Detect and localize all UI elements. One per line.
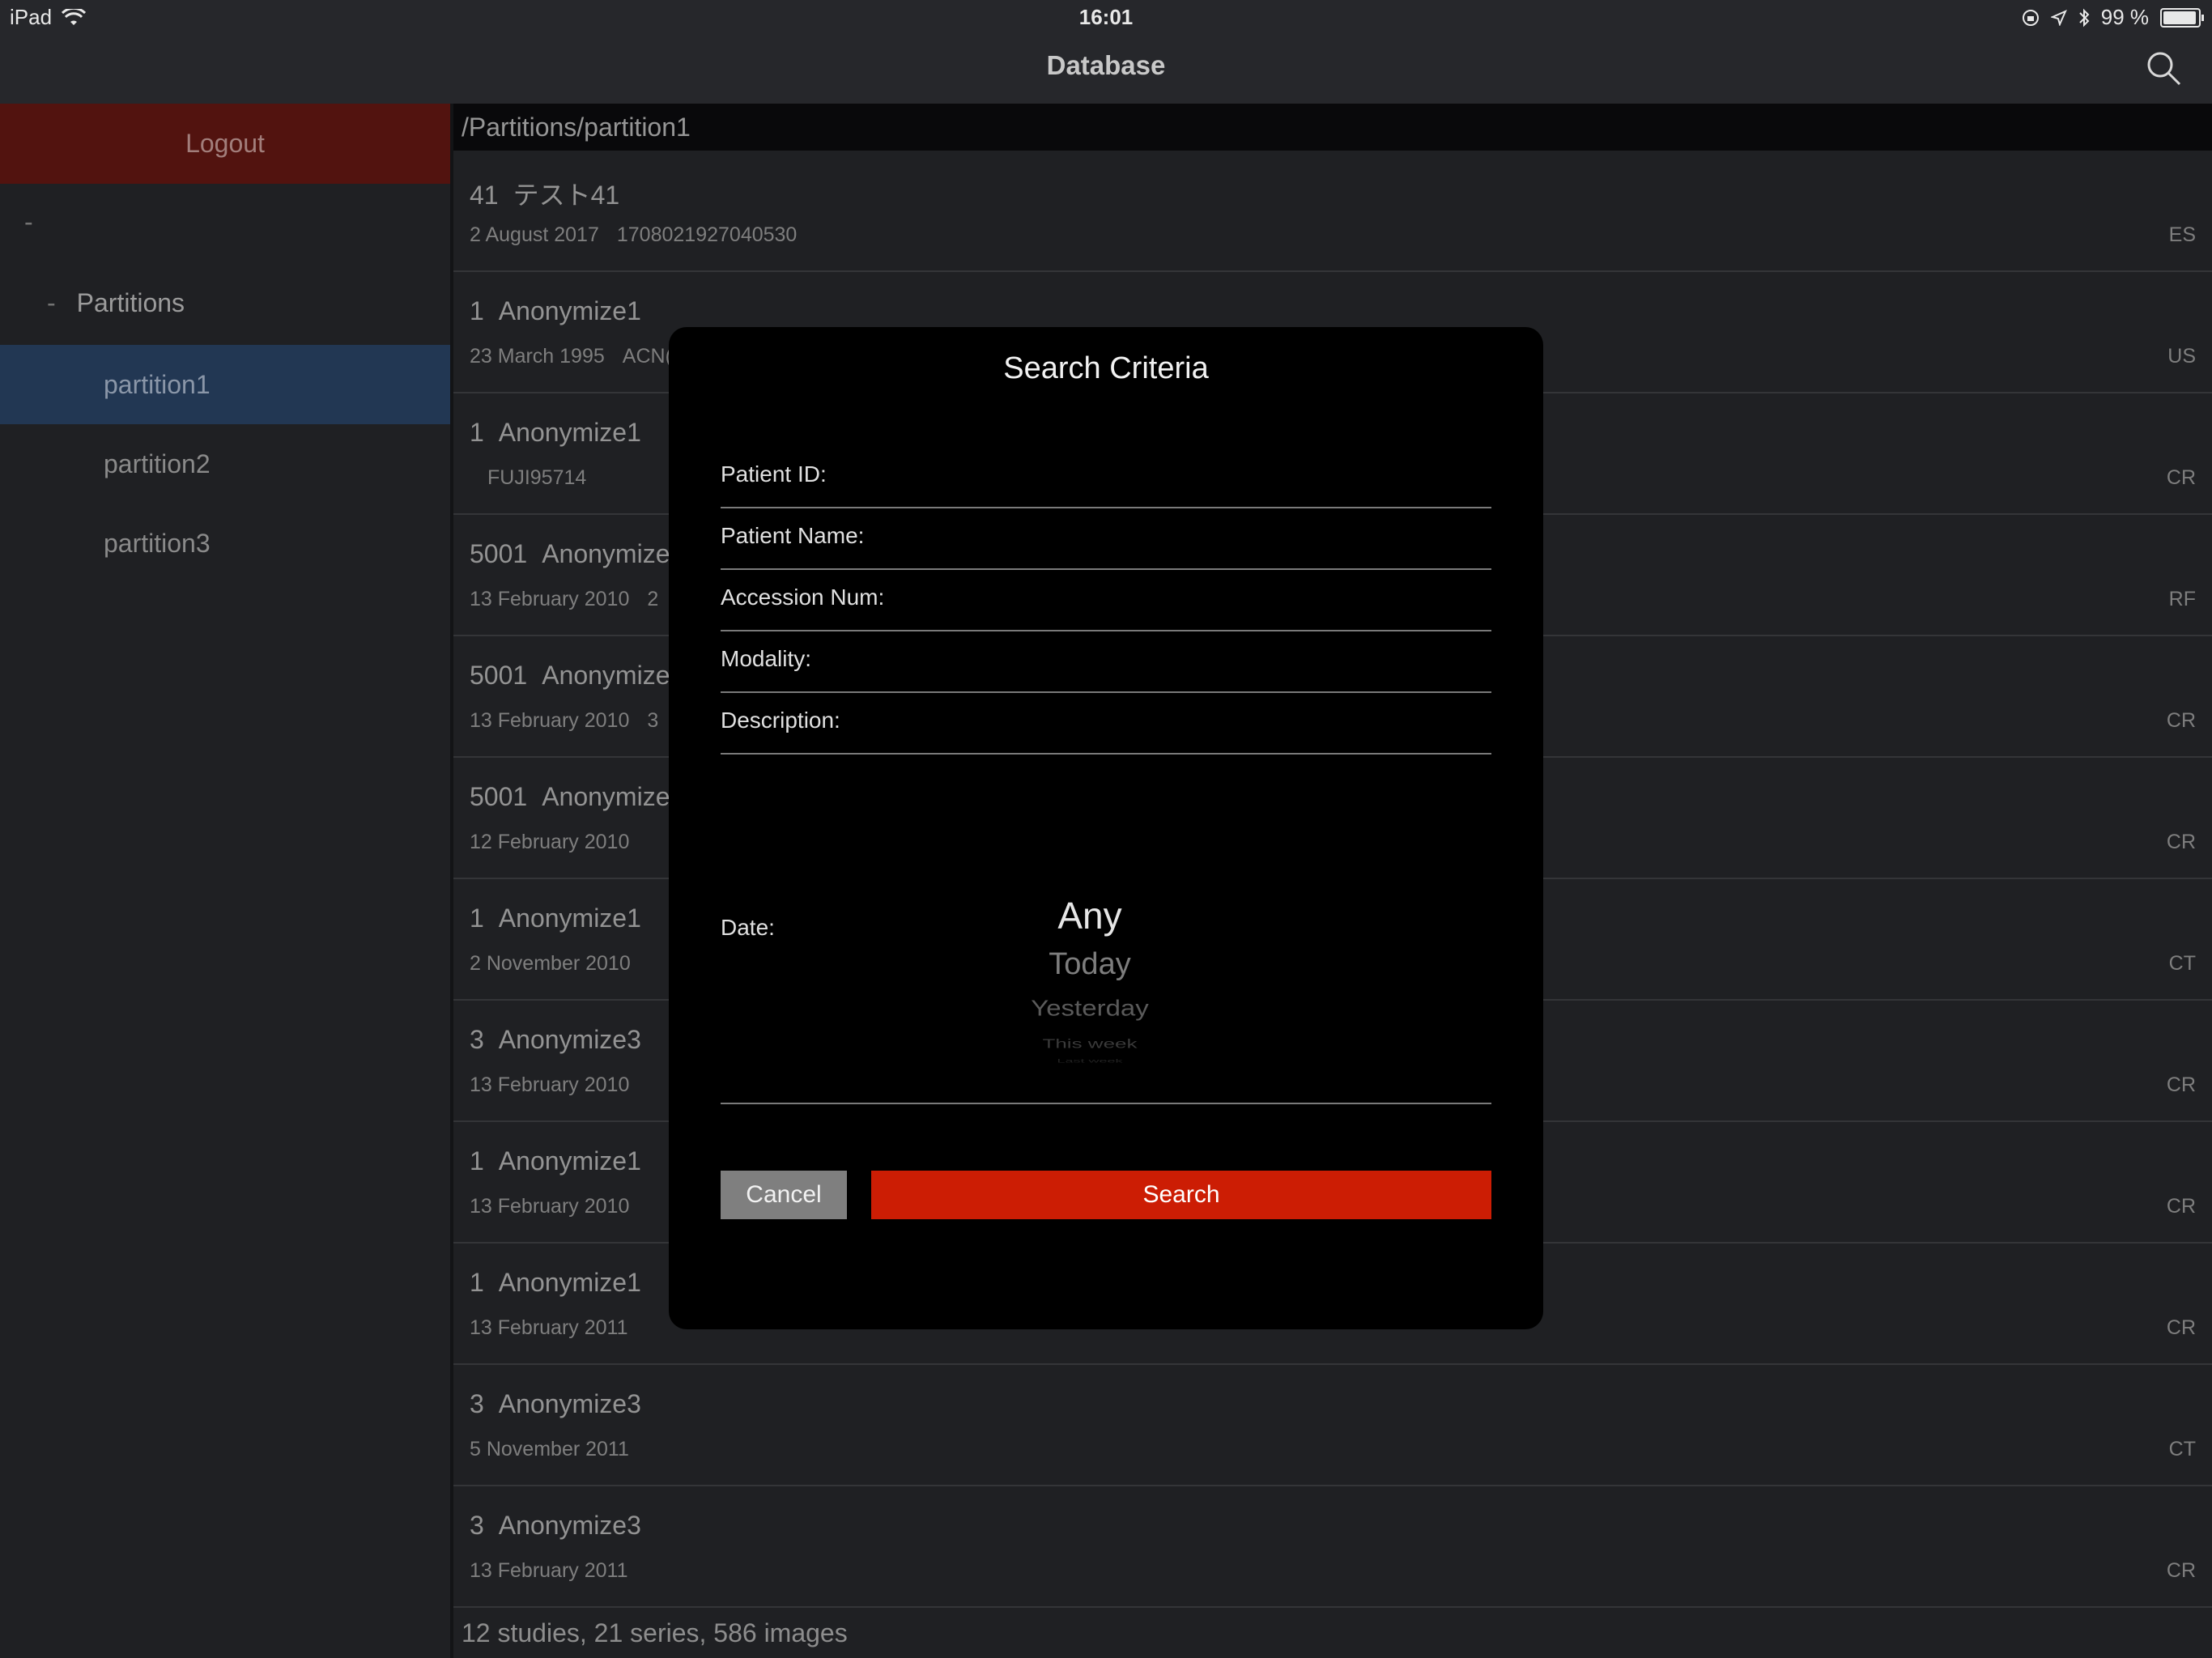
- dialog-title: Search Criteria: [1003, 351, 1209, 385]
- patient-id-label: Patient ID:: [721, 461, 827, 487]
- battery-percent: 99 %: [2100, 5, 2149, 29]
- patient-id-field: Patient ID:: [721, 447, 1491, 508]
- modality-input[interactable]: [915, 640, 1485, 682]
- patient-id-input[interactable]: [915, 455, 1485, 497]
- accession-num-input[interactable]: [915, 578, 1485, 620]
- cancel-button[interactable]: Cancel: [721, 1171, 847, 1219]
- date-option[interactable]: Yesterday: [968, 995, 1211, 1021]
- date-option[interactable]: Last week: [968, 1058, 1211, 1064]
- date-option[interactable]: Today: [968, 947, 1211, 982]
- date-option[interactable]: This week: [968, 1036, 1211, 1052]
- description-label: Description:: [721, 708, 840, 733]
- description-input[interactable]: [915, 701, 1485, 743]
- accession-num-label: Accession Num:: [721, 585, 885, 610]
- date-label: Date:: [721, 915, 775, 940]
- patient-name-label: Patient Name:: [721, 523, 865, 548]
- search-criteria-dialog: Search Criteria Patient ID: Patient Name…: [669, 327, 1543, 1329]
- rotation-lock-icon: [2022, 9, 2039, 26]
- modality-label: Modality:: [721, 646, 812, 671]
- nav-bar: Database: [0, 34, 2212, 104]
- patient-name-field: Patient Name:: [721, 508, 1491, 570]
- battery-icon: [2160, 7, 2204, 28]
- patient-name-input[interactable]: [915, 517, 1485, 559]
- date-option-selected[interactable]: Any: [968, 894, 1211, 937]
- status-time: 16:01: [1078, 5, 1134, 29]
- location-icon: [2050, 9, 2067, 26]
- status-bar: iPad 16:01 99 %: [0, 0, 2212, 34]
- date-picker[interactable]: Any Today Yesterday This week Last week: [968, 894, 1211, 1080]
- page-title: Database: [1046, 50, 1166, 80]
- bluetooth-icon: [2079, 8, 2090, 27]
- search-icon[interactable]: [2144, 49, 2183, 87]
- status-right: 99 %: [2022, 5, 2204, 30]
- modality-field: Modality:: [721, 631, 1491, 693]
- accession-num-field: Accession Num:: [721, 570, 1491, 631]
- search-button[interactable]: Search: [871, 1171, 1491, 1219]
- date-divider: [721, 1103, 1491, 1104]
- description-field: Description:: [721, 693, 1491, 755]
